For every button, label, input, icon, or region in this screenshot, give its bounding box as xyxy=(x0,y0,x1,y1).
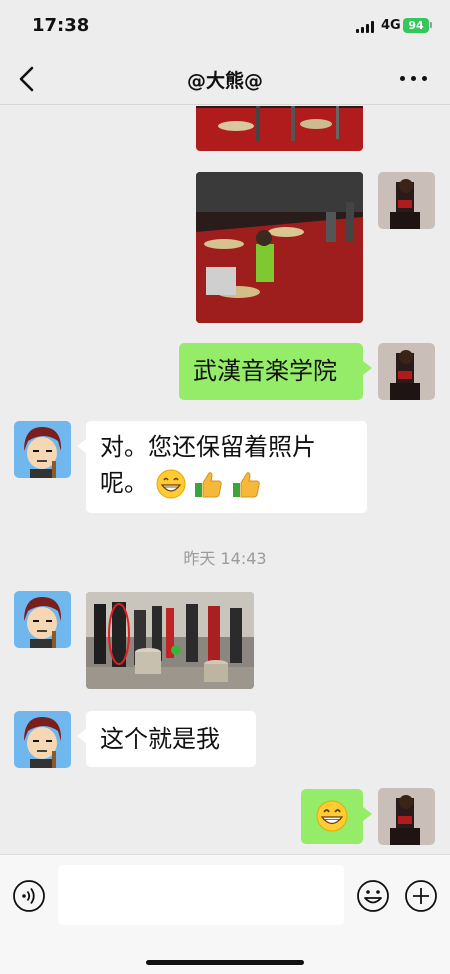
network-type: 4G xyxy=(381,18,401,33)
more-dots-icon[interactable] xyxy=(400,76,428,82)
avatar[interactable] xyxy=(14,711,71,768)
user-avatar-photo xyxy=(378,172,435,229)
avatar[interactable] xyxy=(378,343,435,400)
thumbs-up-icon xyxy=(232,472,260,498)
status-time: 17:38 xyxy=(32,15,90,36)
signal-icon xyxy=(356,21,376,33)
nav-bar: @大熊@ xyxy=(0,52,450,105)
user-avatar-photo xyxy=(378,788,435,845)
avatar[interactable] xyxy=(14,421,71,478)
message-bubble[interactable] xyxy=(301,789,372,844)
contact-avatar-cartoon xyxy=(14,591,71,648)
plus-icon[interactable] xyxy=(404,879,438,913)
status-bar: 17:38 4G 94 xyxy=(0,0,450,52)
chat-title: @大熊@ xyxy=(186,70,263,92)
message-bubble[interactable]: 对。您还保留着照片 呢。 xyxy=(77,421,367,513)
image-message[interactable] xyxy=(196,106,363,151)
thumbs-up-icon xyxy=(195,472,223,498)
voice-icon[interactable] xyxy=(12,879,46,913)
timestamp: 昨天 14:43 xyxy=(183,549,267,568)
message-text: 武漢音楽学院 xyxy=(193,357,337,385)
message-bubble[interactable]: 这个就是我 xyxy=(77,711,256,767)
message-text-line-2: 呢。 xyxy=(100,465,353,501)
message-text: 这个就是我 xyxy=(100,725,220,753)
grin-emoji-icon xyxy=(156,469,186,499)
photo-thumbnail xyxy=(196,106,363,151)
message-bubble[interactable]: 武漢音楽学院 xyxy=(179,343,372,400)
user-avatar-photo xyxy=(378,343,435,400)
chat-area[interactable]: 武漢音楽学院 对。您还保留着照片 呢。 昨天 14:43 这个就是我 xyxy=(0,106,450,854)
message-text: 呢。 xyxy=(100,469,148,497)
photo-thumbnail xyxy=(196,172,363,323)
avatar[interactable] xyxy=(378,172,435,229)
contact-avatar-cartoon xyxy=(14,421,71,478)
emoji-icon[interactable] xyxy=(356,879,390,913)
avatar[interactable] xyxy=(378,788,435,845)
photo-thumbnail xyxy=(86,592,254,689)
message-input[interactable] xyxy=(58,865,344,925)
grin-emoji-icon xyxy=(316,800,348,832)
chevron-left-icon[interactable] xyxy=(16,66,40,92)
input-bar xyxy=(0,854,450,974)
home-indicator xyxy=(146,960,304,965)
image-message[interactable] xyxy=(86,592,254,689)
image-message[interactable] xyxy=(196,172,363,323)
contact-avatar-cartoon xyxy=(14,711,71,768)
battery-tip xyxy=(430,22,432,28)
battery-icon: 94 xyxy=(403,18,429,33)
avatar[interactable] xyxy=(14,591,71,648)
message-text-line: 对。您还保留着照片 xyxy=(100,433,316,461)
